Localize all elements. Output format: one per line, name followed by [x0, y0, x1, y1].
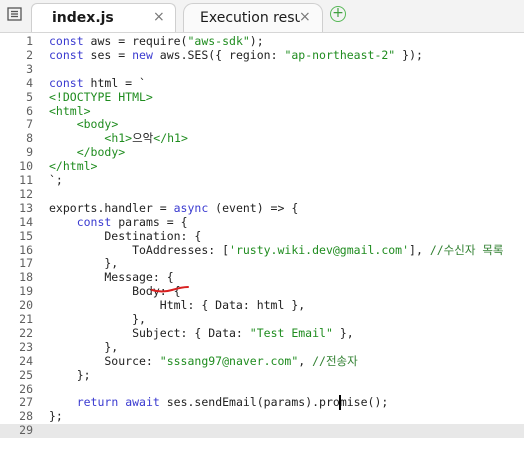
text-cursor	[339, 395, 341, 410]
code-text: },	[49, 256, 119, 271]
close-icon[interactable]: ×	[299, 9, 311, 25]
code-line[interactable]: 14 const params = {	[0, 214, 524, 230]
line-number: 2	[26, 47, 33, 62]
code-line[interactable]: 23 },	[0, 339, 524, 355]
line-number: 24	[19, 353, 33, 368]
code-text: },	[49, 339, 119, 354]
red-underline-annotation	[151, 286, 189, 293]
code-text: Destination: {	[49, 228, 202, 243]
line-number: 25	[19, 367, 33, 382]
line-number: 17	[19, 256, 33, 271]
code-text: </html>	[49, 159, 98, 174]
code-text: <html>	[49, 103, 91, 118]
line-number: 9	[26, 145, 33, 160]
line-number: 10	[19, 159, 33, 174]
code-line[interactable]: 21 },	[0, 312, 524, 327]
code-line[interactable]: 15 Destination: {	[0, 228, 524, 244]
code-text: <body>	[76, 117, 119, 132]
code-editor[interactable]: 1 const aws = require("aws-sdk"); 2 const s…	[0, 33, 524, 457]
close-icon[interactable]: ×	[153, 9, 165, 25]
code-line[interactable]: 10 </html>	[0, 159, 524, 174]
line-number: 14	[19, 214, 33, 229]
line-number: 11	[19, 173, 33, 187]
code-line[interactable]: 3	[0, 61, 524, 77]
code-line[interactable]: 27 return await ses.sendEmail(params).pr…	[0, 395, 524, 410]
line-number: 23	[19, 339, 33, 354]
line-number: 22	[19, 325, 33, 340]
line-number: 6	[26, 103, 33, 118]
code-text: const html = `	[49, 75, 146, 90]
code-line[interactable]: 8 <h1>으악</h1>	[0, 131, 524, 146]
code-line[interactable]: 13 exports.handler = async (event) => {	[0, 200, 524, 216]
line-number: 12	[19, 186, 33, 201]
line-number: 19	[19, 284, 33, 299]
code-line[interactable]: 12	[0, 186, 524, 202]
line-number: 7	[26, 117, 33, 132]
code-text: },	[49, 312, 146, 326]
code-text: Html: { Data: html },	[49, 298, 306, 313]
code-line[interactable]: 1 const aws = require("aws-sdk");	[0, 34, 524, 49]
line-number: 18	[19, 270, 33, 285]
code-text: return await ses.sendEmail(params).promi…	[76, 395, 389, 410]
line-number: 29	[19, 423, 33, 438]
code-text: const aws = require("aws-sdk");	[49, 34, 264, 48]
line-number: 21	[19, 312, 33, 326]
line-number: 15	[19, 228, 33, 243]
tab-label: Execution results	[200, 10, 300, 26]
code-text: `;	[49, 173, 63, 187]
tab-menu-icon[interactable]	[6, 6, 24, 24]
code-line[interactable]: 5 <!DOCTYPE HTML>	[0, 89, 524, 105]
code-line[interactable]: 24 Source: "sssang97@naver.com", //전송자	[0, 353, 524, 369]
code-line[interactable]: 28};	[0, 409, 524, 424]
code-text: <h1>으악</h1>	[104, 131, 188, 146]
tab-label: index.js	[52, 10, 114, 26]
code-text: };	[49, 409, 63, 424]
add-tab-icon[interactable]: +	[330, 6, 346, 22]
line-number: 26	[19, 381, 33, 396]
line-number: 16	[19, 242, 33, 257]
tab-bar: index.js × Execution results × +	[0, 0, 524, 33]
code-line[interactable]: 7 <body>	[0, 117, 524, 132]
code-line[interactable]: 25 };	[0, 367, 524, 383]
line-number: 27	[19, 395, 33, 410]
code-text: exports.handler = async (event) => {	[49, 200, 299, 215]
code-line[interactable]: 19 Body: {	[0, 284, 524, 299]
tab-index-js[interactable]: index.js ×	[31, 3, 176, 32]
line-number: 13	[19, 200, 33, 215]
code-text: Subject: { Data: "Test Email" },	[49, 325, 354, 340]
line-number: 5	[26, 89, 33, 104]
line-number: 1	[26, 34, 33, 48]
line-number: 20	[19, 298, 33, 313]
line-number: 28	[19, 409, 33, 424]
code-text: ToAddresses: ['rusty.wiki.dev@gmail.com'…	[49, 242, 504, 257]
code-line[interactable]: 11 `;	[0, 173, 524, 188]
code-line[interactable]: 18 Message: {	[0, 270, 524, 285]
code-text: const params = {	[76, 214, 188, 229]
code-line[interactable]: 2 const ses = new aws.SES({ region: "ap-n…	[0, 47, 524, 63]
code-line[interactable]: 26	[0, 381, 524, 397]
code-text: };	[49, 367, 91, 382]
tab-execution-results[interactable]: Execution results ×	[183, 3, 323, 32]
line-number: 8	[26, 131, 33, 146]
code-line[interactable]: 9 </body>	[0, 145, 524, 160]
code-line[interactable]: 17 },	[0, 256, 524, 271]
code-text: Source: "sssang97@naver.com", //전송자	[49, 353, 358, 368]
line-number: 3	[26, 61, 33, 76]
code-line[interactable]: 22 Subject: { Data: "Test Email" },	[0, 325, 524, 341]
code-text: </body>	[76, 145, 126, 160]
code-text: const ses = new aws.SES({ region: "ap-no…	[49, 47, 423, 62]
line-number: 4	[26, 75, 33, 90]
code-line[interactable]: 20 Html: { Data: html },	[0, 298, 524, 313]
code-text: <!DOCTYPE HTML>	[49, 89, 153, 104]
code-line[interactable]: 16 ToAddresses: ['rusty.wiki.dev@gmail.c…	[0, 242, 524, 258]
code-line[interactable]: 4 const html = `	[0, 75, 524, 91]
code-line[interactable]: 29	[0, 423, 524, 439]
code-line[interactable]: 6 <html>	[0, 103, 524, 119]
